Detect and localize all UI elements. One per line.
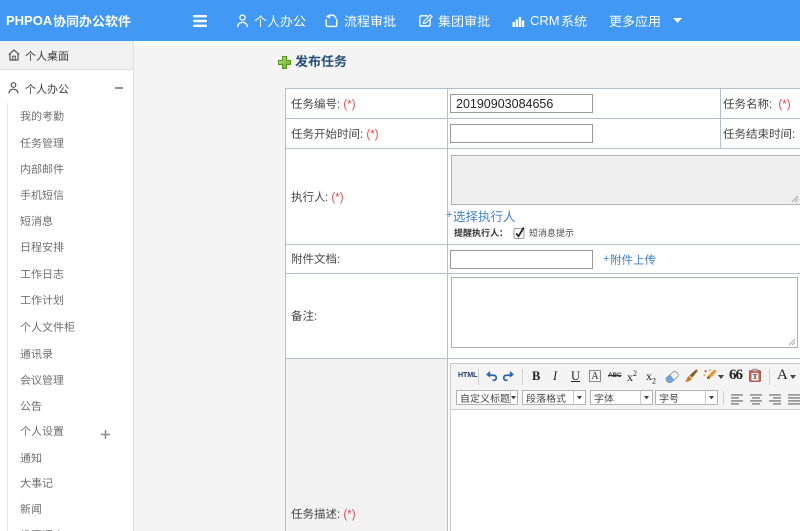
svg-text:T: T bbox=[752, 372, 757, 381]
